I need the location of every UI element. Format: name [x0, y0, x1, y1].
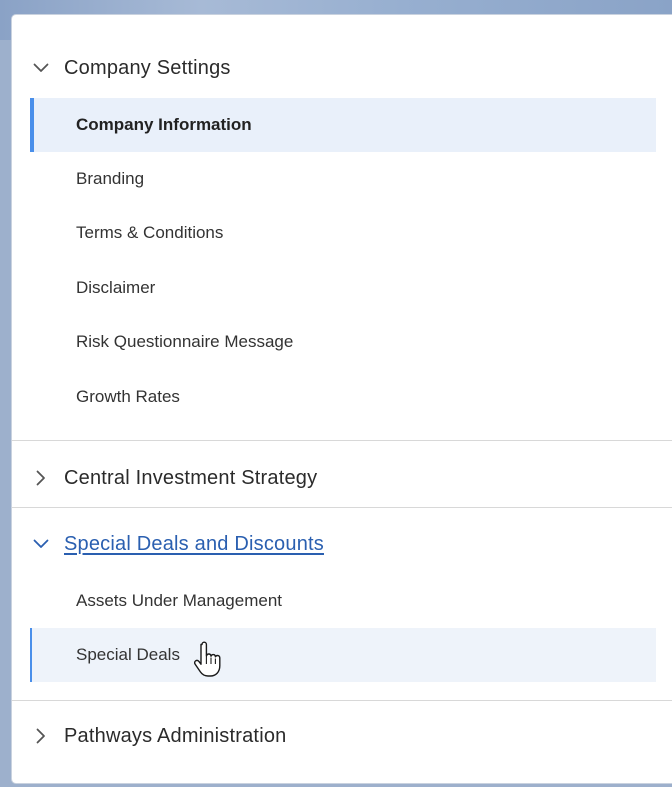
section-central-investment-strategy[interactable]: Central Investment Strategy	[12, 458, 672, 498]
nav-item-growth-rates[interactable]: Growth Rates	[30, 370, 656, 424]
nav-item-label: Assets Under Management	[76, 591, 282, 610]
section-special-deals-and-discounts[interactable]: Special Deals and Discounts	[12, 524, 672, 564]
chevron-down-icon	[32, 535, 50, 553]
nav-item-company-information[interactable]: Company Information	[30, 98, 656, 152]
nav-item-terms-conditions[interactable]: Terms & Conditions	[30, 206, 656, 260]
section-title-pathways-administration: Pathways Administration	[64, 724, 287, 747]
section-title-company-settings: Company Settings	[64, 56, 231, 79]
nav-item-assets-under-management[interactable]: Assets Under Management	[30, 574, 656, 628]
chevron-down-icon	[32, 59, 50, 77]
divider	[12, 507, 672, 508]
settings-navigation-panel: Company Settings Company Information Bra…	[12, 15, 672, 783]
nav-item-label: Branding	[76, 169, 145, 188]
section-title-central-investment-strategy: Central Investment Strategy	[64, 466, 318, 489]
nav-item-special-deals[interactable]: Special Deals	[30, 628, 656, 682]
nav-item-label: Risk Questionnaire Message	[76, 332, 294, 351]
nav-item-disclaimer[interactable]: Disclaimer	[30, 261, 656, 315]
section-company-settings[interactable]: Company Settings	[12, 48, 672, 88]
section-title-special-deals-and-discounts[interactable]: Special Deals and Discounts	[64, 533, 324, 556]
divider	[12, 700, 672, 701]
nav-item-label: Company Information	[76, 115, 252, 134]
chevron-right-icon	[32, 727, 50, 745]
nav-item-label: Growth Rates	[76, 387, 180, 406]
nav-item-label: Disclaimer	[76, 278, 156, 297]
nav-item-label: Terms & Conditions	[76, 223, 224, 242]
nav-item-branding[interactable]: Branding	[30, 152, 656, 206]
divider	[12, 440, 672, 441]
nav-item-label: Special Deals	[76, 645, 180, 664]
chevron-right-icon	[32, 469, 50, 487]
section-pathways-administration[interactable]: Pathways Administration	[12, 716, 672, 756]
nav-item-risk-questionnaire-message[interactable]: Risk Questionnaire Message	[30, 315, 656, 369]
